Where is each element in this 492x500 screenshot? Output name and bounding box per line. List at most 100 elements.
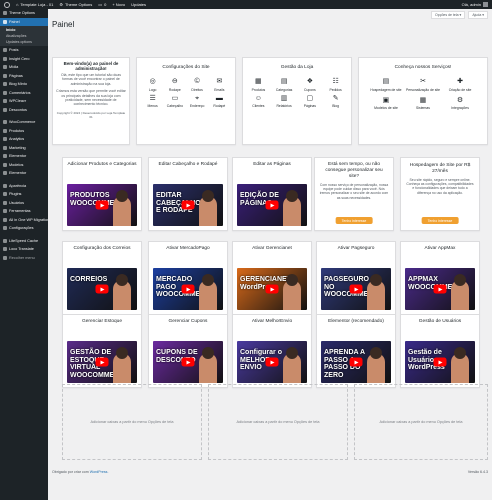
sidebar-item-marketing[interactable]: Marketing	[0, 144, 48, 153]
customers-icon: ☺	[254, 94, 262, 102]
services-link-integracoes[interactable]: ⚙ Integrações	[451, 97, 469, 111]
sidebar-item-label: Analytics	[9, 137, 25, 142]
play-button-icon[interactable]	[433, 357, 447, 367]
config-link-endereco[interactable]: ⌖ Endereço	[190, 95, 205, 109]
empty-container-2[interactable]: Adicionar caixas a partir do menu Opções…	[208, 384, 348, 460]
sidebar-item-paginas[interactable]: Páginas	[0, 72, 48, 81]
store-link-categorias[interactable]: ▤ Categorias	[276, 78, 292, 92]
play-button-icon[interactable]	[181, 284, 195, 294]
sidebar-item-usuarios[interactable]: Usuários	[0, 199, 48, 208]
services-link-personalizacao-de-site[interactable]: ✂ Personalização de site	[406, 78, 440, 92]
site-models-icon: ▣	[382, 96, 390, 104]
store-link-relatorios[interactable]: ▥ Relatórios	[276, 95, 291, 109]
store-link-cupons[interactable]: ❖ Cupons	[304, 78, 316, 92]
screen-options-button[interactable]: Opções de tela ▾	[431, 11, 466, 19]
play-button-icon[interactable]	[349, 284, 363, 294]
sidebar-item-produtos[interactable]: Produtos	[0, 127, 48, 136]
store-link-produtos[interactable]: ▦ Produtos	[252, 78, 266, 92]
store-link-blog[interactable]: ✎ Blog	[332, 95, 340, 109]
video-thumbnail[interactable]: Configurar o MELHOR ENVIO	[237, 341, 307, 383]
config-link-cabecalho[interactable]: ▭ Cabeçalho	[167, 95, 183, 109]
sidebar-item-elementor[interactable]: Elementor	[0, 169, 48, 178]
play-button-icon[interactable]	[265, 284, 279, 294]
video-thumbnail[interactable]: PAGSEGURO NO WOOCOMMERCE	[321, 268, 391, 310]
services-link-hospedagem-de-site[interactable]: ▤ Hospedagem de site	[370, 78, 401, 92]
video-thumbnail[interactable]: APRENDA A PASSO A PASSO DO ZERO	[321, 341, 391, 383]
admin-bar-account[interactable]: Olá, admin	[462, 2, 488, 7]
video-thumbnail[interactable]: EDIÇÃO DE PÁGINAS	[237, 184, 307, 226]
sidebar-item-label: Produtos	[9, 128, 25, 133]
sidebar-item-elementor[interactable]: Elementor	[0, 152, 48, 161]
sidebar-item-descontos[interactable]: Descontos	[0, 106, 48, 115]
config-link-logo[interactable]: ◎ Logo	[149, 78, 157, 92]
sidebar-item-label: Recolher menu	[9, 255, 35, 260]
submenu-item-updates-options[interactable]: Updates options	[0, 39, 48, 45]
wordpress-logo-icon[interactable]	[4, 1, 10, 8]
sidebar-item-recolher-menu[interactable]: Recolher menu	[0, 254, 48, 263]
sidebar-item-comentarios[interactable]: Comentários	[0, 89, 48, 98]
admin-bar-updates[interactable]: Updates	[131, 2, 146, 7]
config-link-menus[interactable]: ☰ Menus	[148, 95, 158, 109]
video-thumbnail[interactable]: MERCADO PAGO WOOCOMMERCE	[153, 268, 223, 310]
store-link-pedidos[interactable]: ☷ Pedidos	[329, 78, 341, 92]
sidebar-item-posts[interactable]: Posts	[0, 46, 48, 55]
admin-bar-site[interactable]: ⌂ Template Loja - 01	[16, 2, 53, 7]
plug-icon	[3, 192, 7, 197]
presenter-head	[202, 190, 214, 202]
sidebar-item-litespeed-cache[interactable]: LiteSpeed Cache	[0, 237, 48, 246]
help-button[interactable]: Ajuda ▾	[468, 11, 488, 19]
video-thumbnail[interactable]: GERENCIANET WordPress	[237, 268, 307, 310]
config-link-direitos[interactable]: © Direitos	[191, 78, 203, 92]
sidebar-item-theme-options[interactable]: Theme Options	[0, 9, 48, 18]
play-button-icon[interactable]	[181, 357, 195, 367]
video-thumbnail[interactable]: GESTÃO DE ESTOQUE VIRTUAL WOOCOMMERCE	[67, 341, 137, 383]
play-button-icon[interactable]	[95, 284, 109, 294]
sidebar-item-loco-translate[interactable]: Loco Translate	[0, 245, 48, 254]
store-link-paginas[interactable]: ▢ Páginas	[304, 95, 316, 109]
admin-bar-new[interactable]: + Novo	[112, 2, 125, 7]
sidebar-item-modelos[interactable]: Modelos	[0, 161, 48, 170]
play-button-icon[interactable]	[433, 284, 447, 294]
services-link-sistemas[interactable]: ▦ Sistemas	[416, 97, 430, 111]
config-link-emails[interactable]: ✉ Emails	[214, 78, 224, 92]
promo-personalization-button[interactable]: Tenho interesse	[335, 217, 373, 224]
play-button-icon[interactable]	[95, 357, 109, 367]
sidebar-item-configuracoes[interactable]: Configurações	[0, 224, 48, 233]
sidebar-item-all-in-one-wp-migration[interactable]: All in One WP Migration	[0, 216, 48, 225]
play-button-icon[interactable]	[349, 357, 363, 367]
sidebar-item-aparencia[interactable]: Aparência	[0, 182, 48, 191]
video-thumbnail[interactable]: CORREIOS	[67, 268, 137, 310]
video-thumbnail[interactable]: CUPONS DE DESCONTO	[153, 341, 223, 383]
sidebar-item-painel[interactable]: Painel	[0, 17, 48, 26]
play-button-icon[interactable]	[181, 200, 195, 210]
sidebar-item-ferramentas[interactable]: Ferramentas	[0, 207, 48, 216]
play-button-icon[interactable]	[265, 200, 279, 210]
config-link-rodape[interactable]: ⊖ Rodape	[169, 78, 181, 92]
config-link-rodape[interactable]: ▬ Rodapé	[213, 95, 225, 109]
wordpress-link[interactable]: WordPress.	[90, 470, 109, 474]
video-thumbnail[interactable]: PRODUTOS WOOCOMMERCE	[67, 184, 137, 226]
empty-container-3[interactable]: Adicionar caixas a partir do menu Opções…	[354, 384, 488, 460]
promo-hosting-button[interactable]: Tenho interesse	[421, 217, 459, 224]
sidebar-item-wpcleavr[interactable]: WPCleavr	[0, 97, 48, 106]
video-title: Adicionar Produtos e Categorias	[67, 162, 137, 167]
video-thumbnail[interactable]: Gestão de Usuários WordPress	[405, 341, 475, 383]
admin-bar-theme-options[interactable]: ⚙ Theme Options	[59, 2, 92, 7]
sidebar-item-blog-minto[interactable]: Blog Minto	[0, 80, 48, 89]
sidebar-item-midia[interactable]: Mídia	[0, 63, 48, 72]
sidebar-item-analytics[interactable]: Analytics	[0, 135, 48, 144]
video-thumbnail[interactable]: EDITAR CABEÇALHO E RODAPÉ	[153, 184, 223, 226]
video-thumbnail[interactable]: APPMAX WOOCOMMERCE	[405, 268, 475, 310]
sidebar-item-plugins[interactable]: Plugins	[0, 190, 48, 199]
admin-bar-comments[interactable]: ▭ 0	[98, 2, 106, 7]
sidebar-item-label: Descontos	[9, 107, 27, 112]
play-button-icon[interactable]	[265, 357, 279, 367]
sidebar-item-insight-cero[interactable]: Insight Cero	[0, 55, 48, 64]
services-link-criacao-de-site[interactable]: ✚ Criação de site	[449, 78, 472, 92]
empty-container-1[interactable]: Adicionar caixas a partir do menu Opções…	[62, 384, 202, 460]
store-link-clientes[interactable]: ☺ Clientes	[252, 95, 264, 109]
services-link-modelos-de-site[interactable]: ▣ Modelos de site	[374, 97, 398, 111]
sidebar-item-woocommerce[interactable]: WooCommerce	[0, 118, 48, 127]
play-button-icon[interactable]	[95, 200, 109, 210]
video-panel-ativar-mercadopago: Ativar MercadoPago MERCADO PAGO WOOCOMMER…	[148, 241, 228, 315]
